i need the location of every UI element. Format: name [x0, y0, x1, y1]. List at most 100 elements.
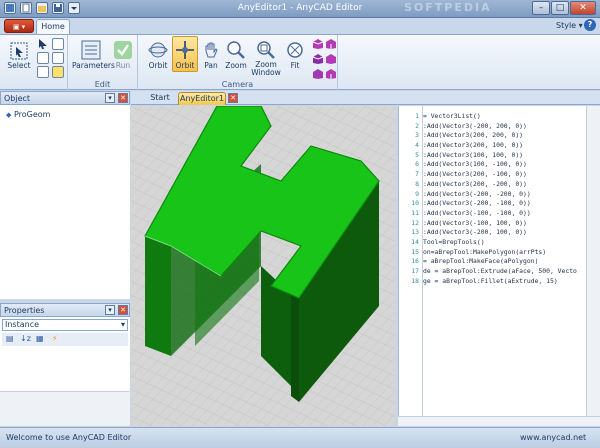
- tab-close-icon[interactable]: ✕: [228, 93, 238, 103]
- code-lines: 1 = Vector3List() 2:Add(Vector3(-200, 200…: [399, 112, 586, 286]
- pan-hand-icon: [205, 42, 218, 58]
- object-pin-icon[interactable]: ▾: [105, 93, 115, 103]
- edit-group: Parameters Run Edit: [68, 35, 138, 90]
- line-number: 8: [415, 179, 419, 188]
- close-window-button[interactable]: ✕: [570, 1, 596, 15]
- zoom-label: Zoom: [225, 61, 247, 70]
- code-line: on=aBrepTool:MakePolygon(arrPts): [423, 247, 547, 256]
- code-line: :Add(Vector3(-200, 200, 0)): [423, 121, 527, 130]
- view-back-icon[interactable]: [325, 38, 337, 50]
- line-number: 12: [411, 218, 419, 227]
- property-pages-icon[interactable]: ▦: [36, 334, 44, 343]
- tree-item-label: ProGeom: [13, 110, 51, 119]
- code-line: = aBrepTool:MakeFace(aPolygon): [423, 257, 539, 266]
- orbit-active-button[interactable]: Orbit: [172, 36, 198, 72]
- categorized-icon[interactable]: ▤: [6, 334, 14, 343]
- vertical-scrollbar[interactable]: [586, 106, 600, 416]
- horizontal-scrollbar[interactable]: [398, 416, 600, 426]
- view-front-icon[interactable]: [312, 38, 324, 50]
- line-number: 7: [415, 170, 419, 179]
- help-icon[interactable]: ?: [584, 19, 596, 31]
- run-label: Run: [115, 61, 131, 70]
- properties-close-icon[interactable]: ✕: [118, 305, 128, 315]
- pan-button[interactable]: Pan: [200, 39, 222, 70]
- instance-dropdown[interactable]: Instance ▾: [2, 319, 128, 331]
- select-solid-icon[interactable]: [52, 66, 64, 78]
- code-line: :Add(Vector3(-200, 100, 0)): [423, 228, 527, 237]
- view-top-icon[interactable]: [312, 53, 324, 65]
- chevron-down-icon: ▾: [120, 320, 125, 329]
- select-button[interactable]: Select: [6, 41, 32, 70]
- select-edge-icon[interactable]: [52, 52, 64, 64]
- tree-item-progeom[interactable]: ◆ ProGeom: [6, 109, 50, 120]
- zoom-window-label: Zoom Window: [251, 60, 281, 77]
- select-box-icon[interactable]: [52, 38, 64, 50]
- edit-group-label: Edit: [94, 80, 111, 89]
- view-right-icon[interactable]: [325, 68, 337, 80]
- object-panel-title: Object: [4, 94, 31, 103]
- fit-icon: [287, 42, 303, 58]
- orbit-active-label: Orbit: [175, 61, 195, 70]
- fit-label: Fit: [290, 61, 300, 70]
- view-left-icon[interactable]: [312, 68, 324, 80]
- select-vertex-icon[interactable]: [37, 52, 49, 64]
- line-number: 17: [411, 267, 419, 275]
- line-number: 14: [411, 237, 419, 246]
- tab-home[interactable]: Home: [36, 19, 70, 34]
- camera-group-label: Camera: [221, 80, 254, 89]
- run-button[interactable]: Run: [112, 39, 134, 70]
- orbit-button[interactable]: Orbit: [146, 39, 170, 70]
- zoom-button[interactable]: Zoom: [224, 39, 248, 70]
- style-menu[interactable]: Style ▾: [556, 21, 583, 30]
- maximize-button[interactable]: □: [551, 1, 569, 15]
- watermark: SOFTPEDIA: [404, 1, 492, 14]
- line-number: 1: [415, 112, 419, 120]
- select-label: Select: [7, 61, 31, 70]
- code-line: :Add(Vector3(200, 200, 0)): [423, 131, 524, 140]
- view-bottom-icon[interactable]: [325, 53, 337, 65]
- code-line: :Add(Vector3(200, 100, 0)): [423, 141, 524, 150]
- sort-alpha-icon[interactable]: ↓z: [20, 334, 31, 343]
- code-line: de = aBrepTool:Extrude(aFace, 500, Vecto: [423, 267, 577, 275]
- select-face-icon[interactable]: [37, 66, 49, 78]
- code-line: :Add(Vector3(-100, -100, 0)): [423, 208, 531, 217]
- parameters-button[interactable]: Parameters: [72, 39, 115, 70]
- code-line: :Add(Vector3(-100, 100, 0)): [423, 218, 527, 227]
- zoom-magnifier-icon: [227, 41, 245, 59]
- orbit-icon: [148, 42, 168, 58]
- ribbon: Select Parameters Run Edit Orbit Orbit P…: [0, 34, 600, 90]
- arrow-cursor-icon[interactable]: [37, 38, 49, 50]
- line-number: 3: [415, 131, 419, 140]
- instance-dropdown-value: Instance: [5, 320, 40, 329]
- code-line: :Add(Vector3(200, -200, 0)): [423, 179, 527, 188]
- zoom-window-icon: [257, 41, 275, 59]
- application-menu-button[interactable]: ▣ ▾: [4, 19, 34, 33]
- events-lightning-icon[interactable]: ⚡: [52, 334, 58, 343]
- select-icon: [10, 42, 28, 60]
- tab-start[interactable]: Start: [145, 92, 175, 105]
- code-line: Tool=BrepTools(): [423, 237, 485, 246]
- ribbon-tab-strip: [0, 18, 600, 34]
- fit-button[interactable]: Fit: [284, 39, 306, 70]
- zoom-window-button[interactable]: Zoom Window: [250, 39, 282, 77]
- line-number: 11: [411, 208, 419, 217]
- pan-label: Pan: [204, 61, 218, 70]
- minimize-button[interactable]: –: [532, 1, 550, 15]
- line-number: 2: [415, 121, 419, 130]
- code-line: ge = aBrepTool:Fillet(aExtrude, 15): [423, 276, 558, 285]
- line-number: 15: [411, 247, 419, 256]
- line-number: 16: [411, 257, 419, 266]
- properties-panel-title: Properties: [4, 306, 45, 315]
- line-number: 13: [411, 228, 419, 237]
- tree-node-icon: ◆: [6, 111, 12, 119]
- 3d-viewport[interactable]: [131, 106, 395, 426]
- line-number: 5: [415, 150, 419, 159]
- orbit-label: Orbit: [148, 61, 168, 70]
- status-bar: Welcome to use AnyCAD Editor www.anycad.…: [0, 427, 600, 448]
- code-line: :Add(Vector3(-200, -200, 0)): [423, 189, 531, 198]
- properties-pin-icon[interactable]: ▾: [105, 305, 115, 315]
- run-check-icon: [114, 41, 132, 59]
- object-close-icon[interactable]: ✕: [118, 93, 128, 103]
- script-editor[interactable]: 1 = Vector3List() 2:Add(Vector3(-200, 200…: [398, 106, 586, 416]
- tab-anyeditor1[interactable]: AnyEditor1: [178, 92, 226, 105]
